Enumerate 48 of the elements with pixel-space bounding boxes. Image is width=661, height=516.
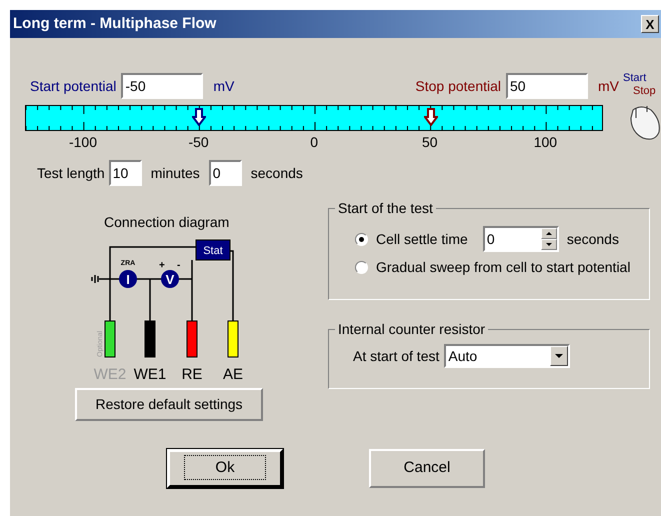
seconds-label: seconds [250,164,303,182]
electrode-label: WE2 [94,366,126,383]
stop-marker-icon[interactable] [424,108,438,126]
scale-label: 0 [310,133,318,152]
stat-box [196,240,230,260]
unit-label: mV [598,76,620,96]
scale-label: -100 [68,133,98,152]
voltmeter-circle [161,270,179,288]
resistor-dropdown[interactable]: Auto [444,344,570,368]
start-marker-icon[interactable] [192,108,206,126]
electrode-label: WE1 [134,366,166,383]
scale-label: -50 [188,133,209,152]
minutes-label: minutes [150,164,200,182]
radio-label[interactable]: Cell settle time [376,228,468,250]
radio-button[interactable] [355,260,368,274]
electrode-label: RE [182,366,202,383]
unit-label: mV [213,76,236,96]
scale-label: 50 [422,133,438,152]
start-hint-label: Start [623,71,646,86]
spin-up-icon[interactable] [540,228,557,239]
stop-hint-label: Stop [633,84,656,99]
test-length-label: Test length [37,164,105,183]
radio-button[interactable] [355,232,368,246]
diagram-title: Connection diagram [104,213,230,232]
voltmeter-label: V [166,272,174,287]
dialog-button[interactable]: Ok [167,449,283,488]
window-title: Long term - Multiphase Flow [13,14,216,34]
minutes-field[interactable]: 10 [108,160,142,186]
seconds-label: seconds [566,230,619,248]
stop-potential-field[interactable]: 50 [506,73,588,99]
start-potential-label: Start potential [30,76,116,96]
ammeter-circle [119,270,137,288]
stop-potential-label: Stop potential [415,76,502,96]
spin-down-icon[interactable] [540,239,557,250]
close-button[interactable]: X [641,15,659,33]
scale-label: 100 [534,133,558,152]
restore-defaults-button[interactable]: Restore default settings [75,388,263,421]
dialog-button[interactable]: Cancel [369,449,485,488]
seconds-field[interactable]: 0 [208,160,242,186]
settle-time-spinbox[interactable]: 0 [482,226,559,252]
electrode-label: AE [223,366,243,383]
plus-label: + [159,260,165,271]
radio-label[interactable]: Gradual sweep from cell to start potential [376,256,630,278]
ammeter-label: I [126,272,130,287]
at-start-label: At start of test [353,346,440,366]
stat-label: Stat [203,245,223,257]
minus-label: - [177,260,180,271]
start-potential-field[interactable]: -50 [121,73,204,99]
